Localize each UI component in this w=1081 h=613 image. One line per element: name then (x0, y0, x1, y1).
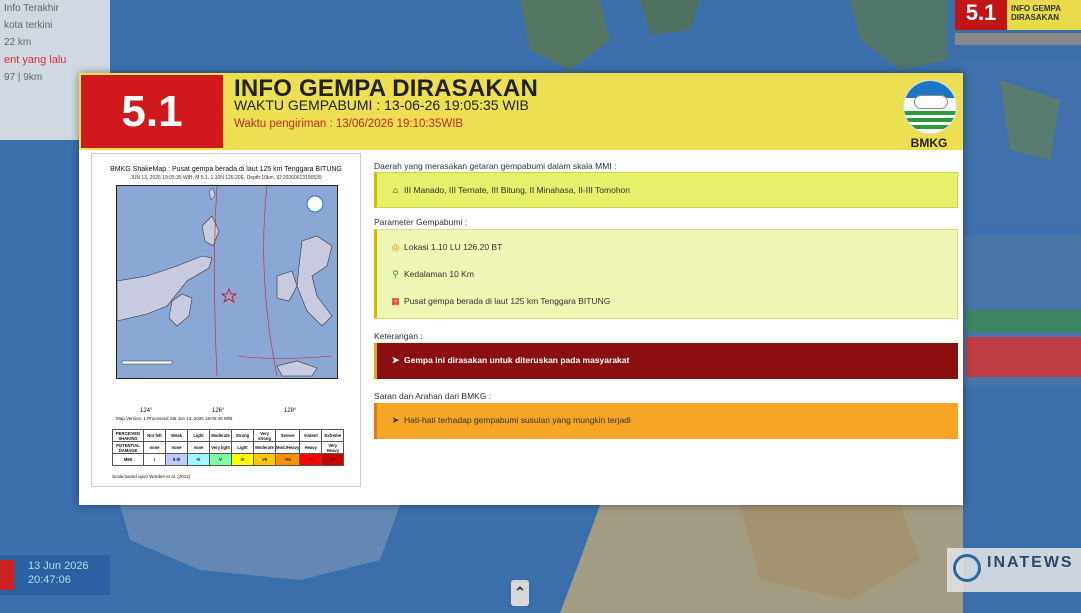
saran-section-label: Saran dan Arahan dari BMKG : (374, 391, 492, 401)
home-icon: ⌂ (392, 184, 399, 195)
inatews-logo: INATEWS (947, 548, 1081, 592)
background-right-panel: 5.1 INFO GEMPA DIRASAKAN (947, 0, 1081, 50)
saran-box: ➤ Hati-hati terhadap gempabumi susulan y… (374, 403, 958, 439)
param-pusat: Pusat gempa berada di laut 125 km Tengga… (404, 296, 611, 306)
mmi-row-scale: MMI I II-III IV V VI VII VIII IX X+ (112, 453, 345, 466)
shakemap-footer: Scale based upon Worden et al. (2012) (112, 474, 191, 479)
map-icon: ▦ (391, 295, 400, 306)
bmkg-logo: BMKG (901, 80, 957, 150)
shakemap-lon-label: 126° (212, 408, 225, 414)
scroll-up-button[interactable]: ⌃ (511, 580, 529, 606)
shakemap-version: Map Version: 1 Processed Sat Jun 13, 202… (116, 416, 233, 421)
param-kedalaman: Kedalaman 10 Km (404, 269, 474, 279)
mmi-box: ⌂ III Manado, III Ternate, III Bitung, I… (374, 172, 958, 208)
earthquake-time: WAKTU GEMPABUMI : 13-06-26 19:05:35 WIB (234, 97, 529, 113)
shakemap-title: BMKG ShakeMap : Pusat gempa berada di la… (110, 166, 342, 173)
param-lokasi: Lokasi 1.10 LU 126.20 BT (404, 242, 503, 252)
bg-left-line: kota terkini (4, 20, 53, 31)
megaphone-icon: ➤ (391, 414, 400, 425)
inatews-icon (953, 554, 981, 582)
target-icon: ◎ (391, 241, 400, 252)
bg-right-magnitude: 5.1 (955, 0, 1007, 30)
earthquake-info-modal: 5.1 INFO GEMPA DIRASAKAN WAKTU GEMPABUMI… (79, 73, 963, 505)
bg-event-date: 13 Jun 2026 (28, 560, 89, 572)
mmi-legend-table: PERCEIVED SHAKING Not felt Weak Light Moder… (112, 429, 345, 466)
bg-right-bar (955, 33, 1081, 45)
bg-left-line: 22 km (4, 37, 32, 48)
background-left-event: 13 Jun 2026 20:47:06 (0, 555, 110, 595)
mmi-row-damage: POTENTIAL DAMAGE none none none Very light L… (112, 441, 345, 454)
bg-right-title: INFO GEMPA DIRASAKAN (1007, 0, 1081, 30)
mmi-row-shaking: PERCEIVED SHAKING Not felt Weak Light Moder… (112, 429, 345, 442)
bmkg-logo-label: BMKG (910, 136, 948, 150)
bg-event-time: 20:47:06 (28, 574, 71, 586)
param-box: ◎ Lokasi 1.10 LU 126.20 BT ⚲ Kedalaman 1… (374, 229, 958, 319)
megaphone-icon: ➤ (391, 354, 400, 365)
double-chevron-up-icon: ⌃ (514, 584, 526, 600)
bg-event-magnitude (0, 560, 14, 590)
bg-left-line: ent yang lalu (4, 54, 67, 66)
sent-time: Waktu pengiriman : 13/06/2026 19:10:35WI… (234, 118, 464, 130)
keterangan-box: ➤ Gempa ini dirasakan untuk diteruskan p… (374, 343, 958, 379)
shakemap-image (116, 185, 338, 379)
bmkg-logo-icon (903, 80, 957, 134)
background-right-lower (962, 235, 1081, 385)
inatews-label: INATEWS (987, 554, 1074, 571)
mmi-section-label: Daerah yang merasakan getaran gempabumi … (374, 161, 617, 171)
bg-left-line: Info Terakhir (4, 3, 59, 14)
shakemap-lon-label: 124° (140, 408, 153, 414)
depth-icon: ⚲ (392, 268, 399, 279)
shakemap-card[interactable]: BMKG ShakeMap : Pusat gempa berada di la… (91, 153, 361, 487)
shakemap-lon-label: 128° (284, 408, 297, 414)
magnitude-badge: 5.1 (81, 75, 223, 148)
keterangan-text: Gempa ini dirasakan untuk diteruskan pad… (404, 355, 630, 365)
modal-header: 5.1 INFO GEMPA DIRASAKAN WAKTU GEMPABUMI… (79, 73, 963, 150)
param-section-label: Parameter Gempabumi : (374, 217, 468, 227)
saran-text: Hati-hati terhadap gempabumi susulan yan… (404, 415, 631, 425)
keterangan-section-label: Keterangan : (374, 331, 423, 341)
mmi-text: III Manado, III Ternate, III Bitung, II … (404, 185, 631, 195)
shakemap-subtitle: JUN 13, 2026 19:05:35 WIB, M 5.1, 1.10N … (130, 175, 322, 181)
